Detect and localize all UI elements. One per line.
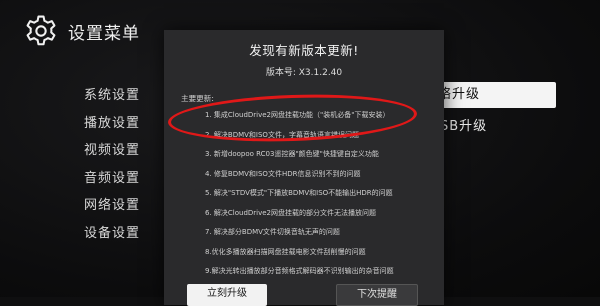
update-dialog: 发现有新版本更新! 版本号: X3.1.2.40 主要更新: 1. 集成Clou… (164, 30, 444, 305)
dialog-title: 发现有新版本更新! (249, 43, 359, 58)
update-item: 9.解决光转出播放部分音频格式解码器不识别输出的杂音问题 (205, 267, 394, 275)
menu-item-video[interactable]: 视频设置 (84, 142, 140, 170)
update-item: 7. 解决部分BDMV文件切换音轨无声的问题 (205, 228, 340, 236)
settings-menu: 系统设置 播放设置 视频设置 音频设置 网络设置 设备设置 (84, 87, 140, 252)
usb-upgrade-item[interactable]: SB升级 (440, 115, 487, 134)
update-item: 8.优化多播放器扫描网盘挂载电影文件刮削慢的问题 (205, 247, 366, 256)
update-item: 5. 解决"STDV模式"下播放BDMV和ISO不能输出HDR的问题 (205, 189, 393, 197)
page-title: 设置菜单 (68, 23, 140, 44)
version-number: 版本号: X3.1.2.40 (265, 68, 343, 78)
menu-item-device[interactable]: 设备设置 (84, 225, 140, 253)
menu-item-network[interactable]: 网络设置 (84, 197, 140, 225)
gear-icon (26, 15, 56, 46)
menu-item-playback[interactable]: 播放设置 (84, 115, 140, 143)
menu-item-system[interactable]: 系统设置 (84, 87, 140, 115)
update-item: 6. 解决CloudDrive2网盘挂载的部分文件无法播放问题 (205, 208, 377, 217)
remind-later-button[interactable]: 下次提醒 (336, 284, 418, 306)
upgrade-now-button[interactable]: 立刻升级 (187, 284, 267, 306)
update-item: 4. 修复BDMV和ISO文件HDR信息识别不到的问题 (205, 169, 361, 178)
menu-item-audio[interactable]: 音频设置 (84, 170, 140, 198)
updates-section-title: 主要更新: (181, 94, 214, 103)
update-item: 3. 新增doopoo RC03遥控器"颜色键"快捷键自定义功能 (205, 150, 379, 158)
page-header: 设置菜单 (24, 14, 140, 48)
